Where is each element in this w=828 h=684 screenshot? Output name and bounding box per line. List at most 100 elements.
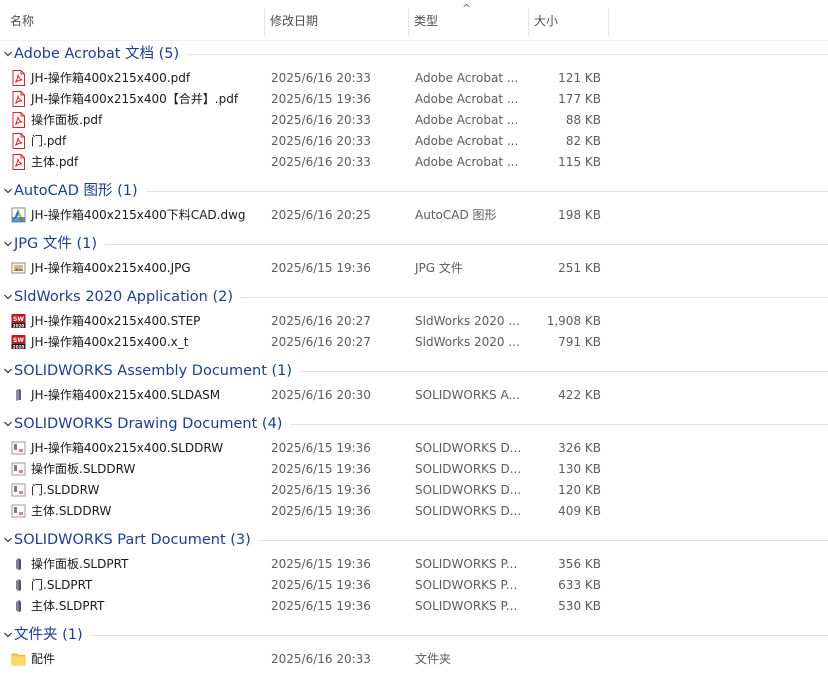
chevron-down-icon[interactable]	[3, 534, 12, 543]
column-divider[interactable]	[528, 8, 529, 36]
group-title: SldWorks 2020 Application (2)	[14, 289, 233, 305]
file-size: 791 KB	[558, 335, 601, 349]
file-row[interactable]: 2020 SW JH-操作箱400x215x400.x_t 2025/6/16 20:…	[0, 332, 828, 353]
file-row[interactable]: 门.SLDDRW 2025/6/15 19:36 SOLIDWORKS D... 12…	[0, 480, 828, 501]
file-type: 文件夹	[415, 652, 452, 666]
file-date: 2025/6/15 19:36	[271, 441, 371, 455]
chevron-down-icon[interactable]	[3, 629, 12, 638]
file-row[interactable]: JH-操作箱400x215x400.JPG 2025/6/15 19:36 JPG …	[0, 258, 828, 279]
file-name: 主体.SLDPRT	[31, 599, 105, 613]
file-type: JPG 文件	[415, 261, 463, 275]
group-header[interactable]: SOLIDWORKS Part Document (3)	[0, 529, 828, 551]
pdf-icon	[11, 70, 26, 86]
file-name: 操作面板.SLDDRW	[31, 462, 136, 476]
file-size: 633 KB	[558, 578, 601, 592]
file-size: 177 KB	[558, 92, 601, 106]
file-name: JH-操作箱400x215x400【合并】.pdf	[31, 92, 239, 106]
file-type: SOLIDWORKS D...	[415, 483, 522, 497]
drawing-icon	[11, 482, 26, 498]
file-size: 198 KB	[558, 208, 601, 222]
file-row[interactable]: 主体.pdf 2025/6/16 20:33 Adobe Acrobat ... 11…	[0, 152, 828, 173]
file-row[interactable]: JH-操作箱400x215x400【合并】.pdf 2025/6/15 19:36…	[0, 89, 828, 110]
file-row[interactable]: 门.SLDPRT 2025/6/15 19:36 SOLIDWORKS P... 63…	[0, 575, 828, 596]
file-row[interactable]: JH-操作箱400x215x400下料CAD.dwg 2025/6/16 20:2…	[0, 205, 828, 226]
file-row[interactable]: JH-操作箱400x215x400.SLDASM 2025/6/16 20:30 S…	[0, 385, 828, 406]
file-date: 2025/6/15 19:36	[271, 92, 371, 106]
file-row[interactable]: 操作面板.SLDDRW 2025/6/15 19:36 SOLIDWORKS D..…	[0, 459, 828, 480]
file-row[interactable]: 操作面板.pdf 2025/6/16 20:33 Adobe Acrobat ...…	[0, 110, 828, 131]
file-type: SOLIDWORKS A...	[415, 388, 520, 402]
file-size: 115 KB	[558, 155, 601, 169]
file-size: 326 KB	[558, 441, 601, 455]
folder-icon	[11, 651, 26, 667]
pdf-icon	[11, 133, 26, 149]
drawing-icon	[11, 503, 26, 519]
sldworks-icon: 2020 SW	[11, 313, 26, 329]
group-header[interactable]: JPG 文件 (1)	[0, 233, 828, 255]
file-size: 121 KB	[558, 71, 601, 85]
file-row[interactable]: 操作面板.SLDPRT 2025/6/15 19:36 SOLIDWORKS P..…	[0, 554, 828, 575]
file-row[interactable]: 门.pdf 2025/6/16 20:33 Adobe Acrobat ... 82 …	[0, 131, 828, 152]
dwg-icon	[11, 207, 26, 223]
file-row[interactable]: 主体.SLDDRW 2025/6/15 19:36 SOLIDWORKS D... 4…	[0, 501, 828, 522]
column-header-name[interactable]: 名称	[6, 0, 264, 40]
file-type: SOLIDWORKS D...	[415, 462, 522, 476]
file-date: 2025/6/15 19:36	[271, 578, 371, 592]
group-header[interactable]: Adobe Acrobat 文档 (5)	[0, 43, 828, 65]
file-row[interactable]: 配件 2025/6/16 20:33 文件夹	[0, 649, 828, 670]
file-size: 251 KB	[558, 261, 601, 275]
file-type: SldWorks 2020 ...	[415, 314, 520, 328]
file-date: 2025/6/16 20:27	[271, 314, 371, 328]
pdf-icon	[11, 154, 26, 170]
file-date: 2025/6/16 20:27	[271, 335, 371, 349]
column-divider[interactable]	[264, 8, 265, 36]
file-date: 2025/6/16 20:33	[271, 113, 371, 127]
group-header[interactable]: SOLIDWORKS Assembly Document (1)	[0, 360, 828, 382]
column-size-label: 大小	[534, 14, 559, 28]
chevron-down-icon[interactable]	[3, 185, 12, 194]
column-header-size[interactable]: 大小	[530, 0, 608, 40]
file-name: 主体.SLDDRW	[31, 504, 112, 518]
assembly-icon	[11, 387, 26, 403]
chevron-down-icon[interactable]	[3, 238, 12, 247]
group-title: SOLIDWORKS Assembly Document (1)	[14, 363, 293, 379]
group-header[interactable]: AutoCAD 图形 (1)	[0, 180, 828, 202]
file-name: JH-操作箱400x215x400.pdf	[31, 71, 191, 85]
file-name: JH-操作箱400x215x400.SLDASM	[31, 388, 221, 402]
file-size: 422 KB	[558, 388, 601, 402]
column-name-label: 名称	[10, 14, 35, 28]
column-divider[interactable]	[608, 8, 609, 36]
column-header-date[interactable]: 修改日期	[266, 0, 408, 40]
file-type: SOLIDWORKS P...	[415, 557, 518, 571]
file-date: 2025/6/15 19:36	[271, 599, 371, 613]
group-header[interactable]: SOLIDWORKS Drawing Document (4)	[0, 413, 828, 435]
group-title: 文件夹 (1)	[14, 627, 83, 643]
chevron-down-icon[interactable]	[3, 365, 12, 374]
column-divider[interactable]	[408, 8, 409, 36]
file-row[interactable]: JH-操作箱400x215x400.pdf 2025/6/16 20:33 Adob…	[0, 68, 828, 89]
file-row[interactable]: 2020 SW JH-操作箱400x215x400.STEP 2025/6/16 20…	[0, 311, 828, 332]
file-name: 配件	[31, 652, 56, 666]
file-name: 主体.pdf	[31, 155, 79, 169]
group-header[interactable]: 文件夹 (1)	[0, 624, 828, 646]
part-icon	[11, 556, 26, 572]
chevron-down-icon[interactable]	[3, 48, 12, 57]
chevron-down-icon[interactable]	[3, 418, 12, 427]
file-size: 120 KB	[558, 483, 601, 497]
file-name: JH-操作箱400x215x400.STEP	[31, 314, 201, 328]
file-date: 2025/6/16 20:30	[271, 388, 371, 402]
group-header[interactable]: SldWorks 2020 Application (2)	[0, 286, 828, 308]
file-type: Adobe Acrobat ...	[415, 134, 519, 148]
group-divider	[290, 424, 828, 425]
file-row[interactable]: JH-操作箱400x215x400.SLDDRW 2025/6/15 19:36 S…	[0, 438, 828, 459]
file-size: 409 KB	[558, 504, 601, 518]
file-date: 2025/6/15 19:36	[271, 504, 371, 518]
file-name: 门.pdf	[31, 134, 67, 148]
group-divider	[258, 540, 828, 541]
drawing-icon	[11, 440, 26, 456]
group-divider	[145, 191, 828, 192]
file-type: SOLIDWORKS P...	[415, 599, 518, 613]
column-header: 名称 修改日期 类型 ^ 大小	[0, 0, 828, 41]
chevron-down-icon[interactable]	[3, 291, 12, 300]
file-row[interactable]: 主体.SLDPRT 2025/6/15 19:36 SOLIDWORKS P... 5…	[0, 596, 828, 617]
